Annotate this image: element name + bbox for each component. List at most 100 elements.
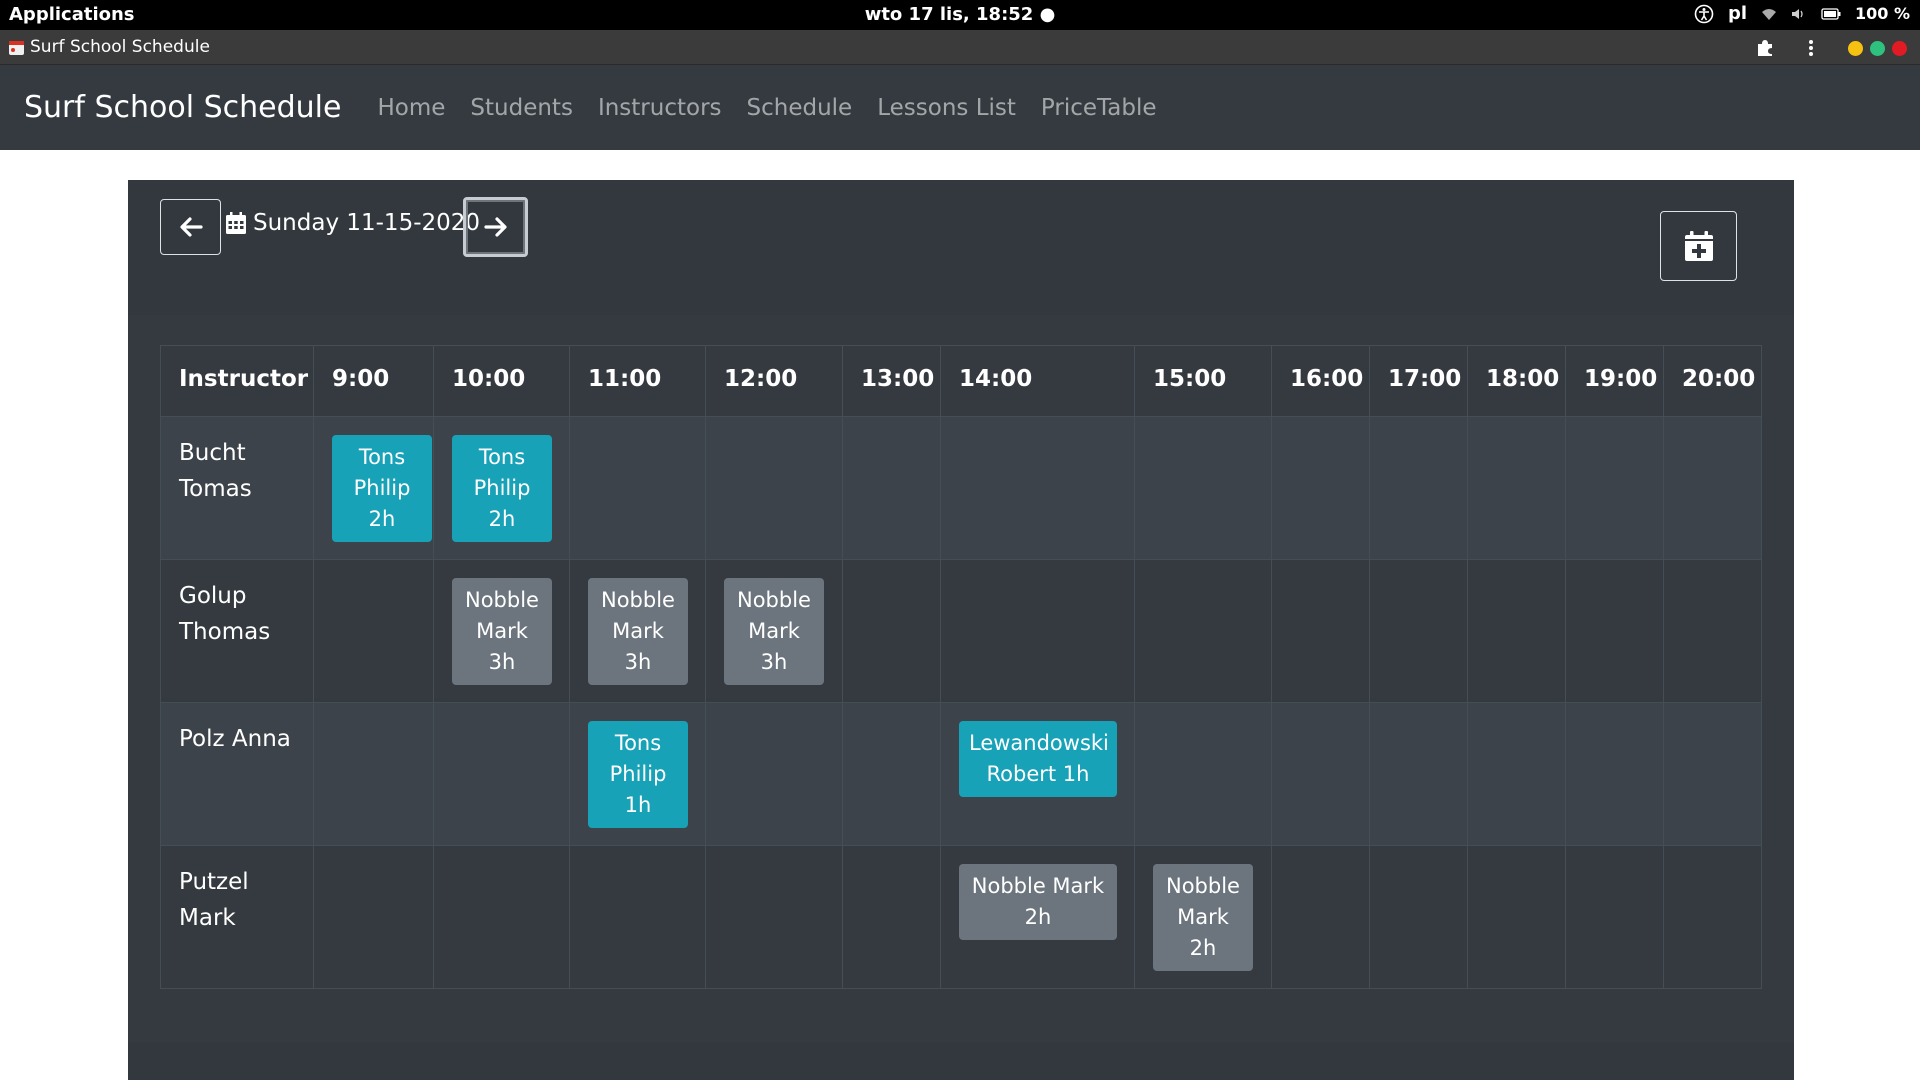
time-slot-cell[interactable]: Nobble Mark 3h: [569, 559, 706, 703]
lesson-badge[interactable]: Nobble Mark 3h: [452, 578, 552, 685]
lesson-badge[interactable]: Nobble Mark 3h: [588, 578, 688, 685]
browser-tab-title: Surf School Schedule: [30, 37, 210, 57]
table-header-row: Instructor 9:00 10:00 11:00 12:00 13:00 14:00 1…: [160, 345, 1762, 417]
nav-link-lessons-list[interactable]: Lessons List: [877, 95, 1016, 121]
table-body: Bucht Tomas Tons Philip 2h Tons Philip 2h G…: [160, 416, 1762, 989]
time-slot-cell[interactable]: [1565, 559, 1664, 703]
minimize-button[interactable]: [1848, 41, 1863, 56]
column-header-time: 20:00: [1663, 345, 1762, 417]
time-slot-cell[interactable]: [1271, 702, 1370, 846]
time-slot-cell[interactable]: [1134, 702, 1272, 846]
nav-link-schedule[interactable]: Schedule: [747, 95, 853, 121]
instructor-cell: Putzel Mark: [160, 845, 314, 989]
time-slot-cell[interactable]: Nobble Mark 3h: [705, 559, 843, 703]
time-slot-cell[interactable]: [842, 416, 941, 560]
nav-link-instructors[interactable]: Instructors: [598, 95, 722, 121]
time-slot-cell[interactable]: [313, 702, 434, 846]
time-slot-cell[interactable]: Tons Philip 2h: [433, 416, 570, 560]
time-slot-cell[interactable]: [940, 416, 1135, 560]
accessibility-icon[interactable]: [1694, 4, 1714, 24]
time-slot-cell[interactable]: [1565, 416, 1664, 560]
time-slot-cell[interactable]: [1369, 845, 1468, 989]
time-slot-cell[interactable]: [433, 845, 570, 989]
time-slot-cell[interactable]: [1467, 416, 1566, 560]
next-day-button[interactable]: [463, 197, 528, 257]
time-slot-cell[interactable]: [1467, 702, 1566, 846]
nav-link-home[interactable]: Home: [377, 95, 445, 121]
wifi-icon: [1761, 7, 1777, 21]
app-favicon-icon: [9, 41, 24, 55]
system-tray: pl 100 %: [1694, 3, 1910, 24]
lesson-badge[interactable]: Nobble Mark 2h: [1153, 864, 1253, 971]
browser-menu-icon[interactable]: [1807, 38, 1815, 58]
time-slot-cell[interactable]: [1467, 559, 1566, 703]
time-slot-cell[interactable]: [1663, 559, 1762, 703]
volume-icon: [1791, 7, 1807, 21]
column-header-time: 15:00: [1134, 345, 1272, 417]
lesson-badge[interactable]: Nobble Mark 3h: [724, 578, 824, 685]
column-header-time: 17:00: [1369, 345, 1468, 417]
instructor-name: Bucht Tomas: [179, 440, 252, 502]
lesson-badge[interactable]: Tons Philip 2h: [452, 435, 552, 542]
time-slot-cell[interactable]: [1369, 416, 1468, 560]
extensions-puzzle-icon[interactable]: [1755, 38, 1775, 58]
time-slot-cell[interactable]: [1565, 702, 1664, 846]
time-slot-cell[interactable]: [313, 559, 434, 703]
close-button[interactable]: [1892, 41, 1907, 56]
time-slot-cell[interactable]: Nobble Mark 2h: [940, 845, 1135, 989]
time-slot-cell[interactable]: [842, 702, 941, 846]
time-slot-cell[interactable]: Nobble Mark 3h: [433, 559, 570, 703]
time-slot-cell[interactable]: [569, 845, 706, 989]
time-slot-cell[interactable]: [313, 845, 434, 989]
column-header-instructor: Instructor: [160, 345, 314, 417]
navbar-brand[interactable]: Surf School Schedule: [24, 90, 341, 125]
column-header-time: 16:00: [1271, 345, 1370, 417]
time-slot-cell[interactable]: [1134, 416, 1272, 560]
time-slot-cell[interactable]: [705, 702, 843, 846]
instructor-cell: Polz Anna: [160, 702, 314, 846]
maximize-button[interactable]: [1870, 41, 1885, 56]
system-clock[interactable]: wto 17 lis, 18:52 ●: [0, 4, 1920, 25]
instructor-name: Golup Thomas: [179, 583, 271, 645]
language-indicator[interactable]: pl: [1728, 3, 1747, 24]
lesson-badge[interactable]: Lewandowski Robert 1h: [959, 721, 1117, 797]
battery-icon: [1821, 7, 1841, 20]
time-slot-cell[interactable]: Nobble Mark 2h: [1134, 845, 1272, 989]
nav-link-price-table[interactable]: PriceTable: [1041, 95, 1157, 121]
time-slot-cell[interactable]: Tons Philip 2h: [313, 416, 434, 560]
time-slot-cell[interactable]: [1663, 416, 1762, 560]
column-header-time: 12:00: [705, 345, 843, 417]
panel-header: Sunday 11-15-2020: [128, 180, 1794, 315]
lesson-badge[interactable]: Nobble Mark 2h: [959, 864, 1117, 940]
time-slot-cell[interactable]: [842, 559, 941, 703]
time-slot-cell[interactable]: [1565, 845, 1664, 989]
time-slot-cell[interactable]: Tons Philip 1h: [569, 702, 706, 846]
time-slot-cell[interactable]: [1271, 559, 1370, 703]
time-slot-cell[interactable]: [1369, 559, 1468, 703]
time-slot-cell[interactable]: [1663, 702, 1762, 846]
time-slot-cell[interactable]: [1134, 559, 1272, 703]
time-slot-cell[interactable]: [433, 702, 570, 846]
time-slot-cell[interactable]: [842, 845, 941, 989]
time-slot-cell[interactable]: [705, 845, 843, 989]
previous-day-button[interactable]: [160, 199, 221, 255]
time-slot-cell[interactable]: [1271, 845, 1370, 989]
time-slot-cell[interactable]: [1369, 702, 1468, 846]
column-header-time: 13:00: [842, 345, 941, 417]
time-slot-cell[interactable]: [569, 416, 706, 560]
nav-link-students[interactable]: Students: [470, 95, 573, 121]
lesson-badge[interactable]: Tons Philip 1h: [588, 721, 688, 828]
time-slot-cell[interactable]: [705, 416, 843, 560]
table-row: Putzel Mark Nobble Mark 2h Nobble Mark 2h: [160, 845, 1762, 989]
time-slot-cell[interactable]: [1467, 845, 1566, 989]
table-row: Golup Thomas Nobble Mark 3h Nobble Mark 3h…: [160, 559, 1762, 703]
column-header-time: 11:00: [569, 345, 706, 417]
lesson-badge[interactable]: Tons Philip 2h: [332, 435, 432, 542]
calendar-plus-icon: [1684, 231, 1713, 261]
time-slot-cell[interactable]: [1271, 416, 1370, 560]
time-slot-cell[interactable]: [1663, 845, 1762, 989]
time-slot-cell[interactable]: [940, 559, 1135, 703]
add-lesson-button[interactable]: [1660, 211, 1737, 281]
time-slot-cell[interactable]: Lewandowski Robert 1h: [940, 702, 1135, 846]
window-controls: [1848, 41, 1907, 56]
